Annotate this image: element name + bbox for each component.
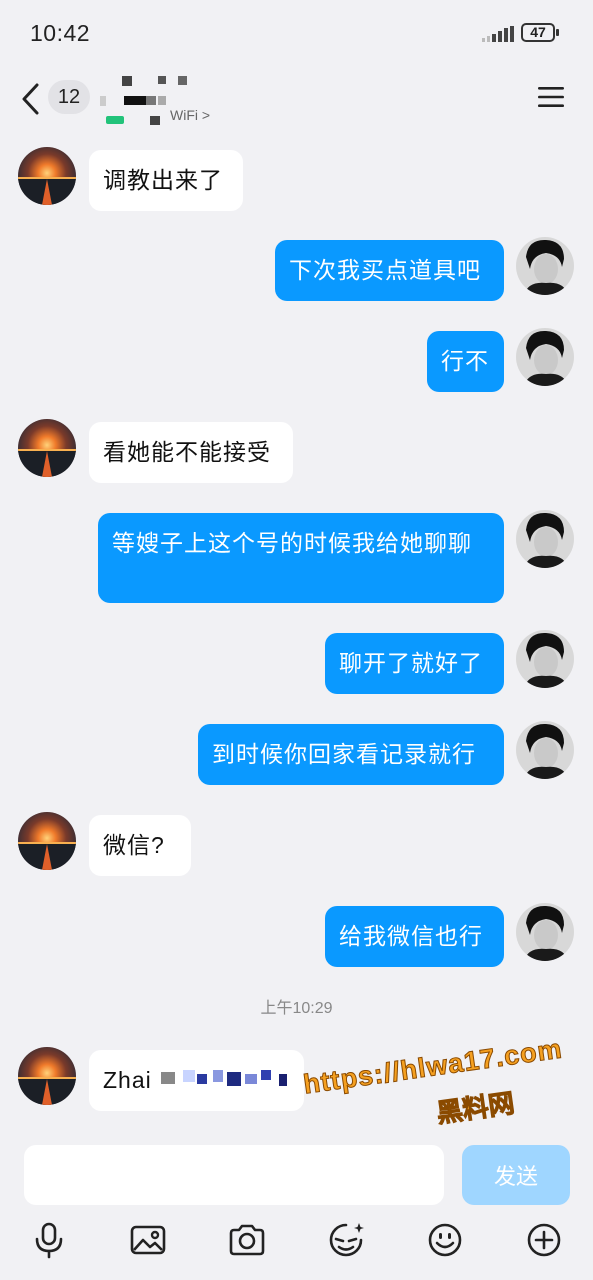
chat-header: 12 WiFi >: [0, 66, 593, 130]
message-bubble-outgoing[interactable]: 聊开了就好了: [325, 633, 504, 694]
send-button[interactable]: 发送: [462, 1145, 570, 1205]
input-area: 发送: [0, 1135, 593, 1280]
message-bubble-outgoing[interactable]: 到时候你回家看记录就行: [198, 724, 504, 785]
message-input[interactable]: [24, 1145, 444, 1205]
message-bubble-outgoing[interactable]: 等嫂子上这个号的时候我给她聊聊: [98, 513, 504, 603]
message-bubble-incoming[interactable]: 微信?: [89, 815, 191, 876]
contact-avatar[interactable]: [18, 812, 76, 870]
user-avatar[interactable]: [516, 328, 574, 386]
message-bubble-incoming[interactable]: 调教出来了: [89, 150, 243, 211]
sticker-icon[interactable]: [326, 1220, 366, 1260]
user-avatar[interactable]: [516, 721, 574, 779]
camera-icon[interactable]: [227, 1220, 267, 1260]
image-icon[interactable]: [128, 1220, 168, 1260]
message-text: Zhai: [103, 1067, 152, 1093]
message-bubble-incoming[interactable]: 看她能不能接受: [89, 422, 293, 483]
menu-icon[interactable]: [538, 86, 564, 108]
status-bar: 10:42 47: [0, 0, 593, 66]
contact-name-pixelated[interactable]: [100, 76, 220, 125]
pixelated-content: [161, 1070, 291, 1090]
microphone-icon[interactable]: [29, 1220, 69, 1260]
emoji-icon[interactable]: [425, 1220, 465, 1260]
contact-avatar[interactable]: [18, 147, 76, 205]
message-timestamp: 上午10:29: [260, 1000, 333, 1017]
battery-level: 47: [530, 24, 546, 40]
message-bubble-incoming[interactable]: Zhai: [89, 1050, 304, 1111]
message-bubble-outgoing[interactable]: 给我微信也行: [325, 906, 504, 967]
plus-icon[interactable]: [524, 1220, 564, 1260]
user-avatar[interactable]: [516, 237, 574, 295]
contact-avatar[interactable]: [18, 419, 76, 477]
unread-count-badge[interactable]: 12: [48, 80, 90, 114]
network-status[interactable]: WiFi >: [170, 107, 210, 123]
watermark-url: https://hlwa17.com: [301, 1033, 565, 1100]
watermark-name: 黑料网: [434, 1087, 517, 1129]
user-avatar[interactable]: [516, 510, 574, 568]
watermark: https://hlwa17.com 黑料网: [300, 1021, 590, 1149]
message-bubble-outgoing[interactable]: 行不: [427, 331, 504, 392]
battery-icon: 47: [521, 23, 561, 45]
contact-avatar[interactable]: [18, 1047, 76, 1105]
message-bubble-outgoing[interactable]: 下次我买点道具吧: [275, 240, 504, 301]
user-avatar[interactable]: [516, 903, 574, 961]
signal-icon: [482, 26, 514, 42]
user-avatar[interactable]: [516, 630, 574, 688]
status-time: 10:42: [30, 20, 91, 46]
online-indicator: [106, 116, 124, 124]
back-icon[interactable]: [20, 82, 42, 116]
